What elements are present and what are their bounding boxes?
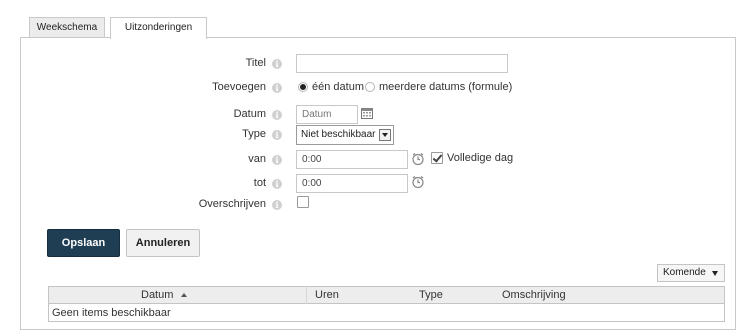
toevoegen-label: Toevoegen	[212, 81, 266, 93]
tab-weekschema[interactable]: Weekschema	[29, 17, 105, 38]
table-header: Datum Uren Type Omschrijving	[49, 287, 724, 304]
chevron-down-icon	[712, 271, 718, 276]
radio-meerdere-datums-label: meerdere datums (formule)	[379, 81, 513, 93]
radio-meerdere-datums[interactable]	[365, 82, 375, 92]
van-input[interactable]: 0:00	[296, 150, 408, 169]
column-divider	[306, 287, 307, 304]
titel-input[interactable]	[296, 54, 508, 73]
calendar-icon[interactable]	[361, 107, 373, 119]
volledige-dag-checkbox[interactable]	[431, 152, 443, 164]
overschrijven-label: Overschrijven	[198, 198, 266, 210]
exceptions-table: Datum Uren Type Omschrijving Geen items …	[48, 286, 725, 322]
empty-table-message: Geen items beschikbaar	[52, 307, 171, 319]
type-select-value: Niet beschikbaar	[301, 129, 376, 140]
column-header-type[interactable]: Type	[419, 287, 443, 304]
type-select[interactable]: Niet beschikbaar	[296, 125, 394, 145]
overschrijven-checkbox[interactable]	[297, 196, 309, 208]
info-icon: i	[272, 155, 282, 165]
van-label: van	[248, 153, 266, 165]
column-header-uren[interactable]: Uren	[315, 287, 339, 304]
type-label: Type	[242, 128, 266, 140]
sort-ascending-icon	[181, 293, 188, 298]
info-icon: i	[272, 59, 282, 69]
tab-uitzonderingen[interactable]: Uitzonderingen	[110, 17, 207, 39]
radio-een-datum-label: één datum	[312, 81, 364, 93]
column-header-datum[interactable]: Datum	[141, 287, 188, 304]
info-icon: i	[272, 110, 282, 120]
clock-icon[interactable]	[411, 175, 425, 189]
period-filter-dropdown[interactable]: Komende	[657, 264, 725, 282]
column-header-omschrijving[interactable]: Omschrijving	[502, 287, 566, 304]
datum-input[interactable]	[296, 105, 358, 124]
datum-label: Datum	[233, 108, 266, 120]
info-icon: i	[272, 130, 282, 140]
info-icon: i	[272, 179, 282, 189]
save-button[interactable]: Opslaan	[47, 229, 120, 257]
titel-label: Titel	[245, 57, 266, 69]
cancel-button[interactable]: Annuleren	[126, 229, 200, 257]
tot-label: tot	[253, 177, 266, 189]
tot-input[interactable]: 0:00	[296, 174, 408, 193]
clock-icon[interactable]	[411, 152, 425, 166]
radio-een-datum[interactable]	[298, 82, 308, 92]
info-icon: i	[272, 83, 282, 93]
period-filter-value: Komende	[663, 267, 706, 278]
chevron-down-icon	[379, 129, 391, 141]
volledige-dag-label: Volledige dag	[447, 152, 514, 164]
info-icon: i	[272, 200, 282, 210]
column-header-datum-label: Datum	[141, 289, 174, 301]
